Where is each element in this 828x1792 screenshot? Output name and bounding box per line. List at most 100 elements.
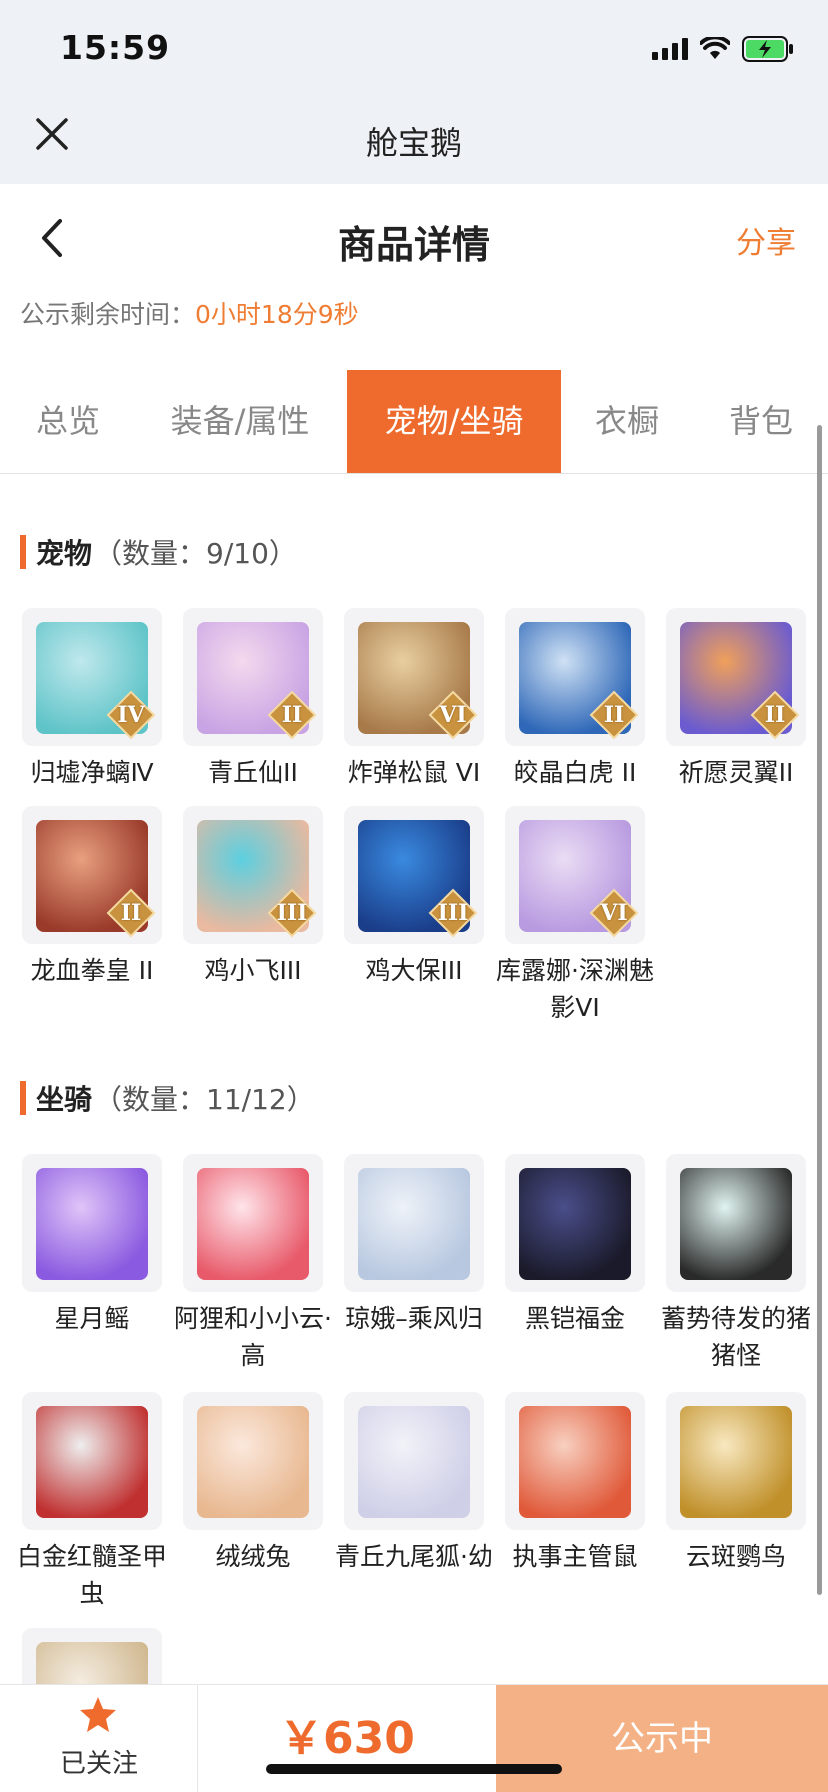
pets-thumbnail: II [22, 806, 162, 944]
pets-thumbnail: III [344, 806, 484, 944]
pets-thumbnail: II [183, 608, 323, 746]
mounts-image [519, 1406, 631, 1518]
scrollbar[interactable] [817, 425, 822, 1595]
pets-name: 青丘仙II [208, 758, 298, 787]
follow-label: 已关注 [59, 1749, 138, 1779]
mounts-name: 青丘九尾狐·幼 [335, 1542, 493, 1571]
rank-badge-icon: III [428, 888, 478, 938]
mounts-name: 执事主管鼠 [512, 1542, 638, 1571]
mounts-name: 黑铠福金 [524, 1304, 625, 1333]
public-status-button[interactable]: 公示中 [496, 1685, 828, 1792]
tab-bar: 总览 装备/属性 宠物/坐骑 衣橱 背包 [0, 370, 828, 474]
mounts-thumbnail [183, 1154, 323, 1292]
bottom-bar: 已关注 ￥630 公示中 [0, 1684, 828, 1792]
mounts-image [680, 1406, 792, 1518]
app-title: 舱宝鹅 [365, 124, 462, 162]
mounts-section-title: 坐骑 （数量：11/12） [20, 1080, 315, 1116]
rank-badge-icon: III [267, 888, 317, 938]
mounts-image [358, 1168, 470, 1280]
mounts-image [680, 1168, 792, 1280]
mounts-thumbnail [183, 1392, 323, 1530]
rank-badge-icon: VI [589, 888, 639, 938]
pets-thumbnail: II [666, 608, 806, 746]
pets-thumbnail: VI [505, 806, 645, 944]
mounts-count: （数量：11/12） [94, 1083, 315, 1116]
mounts-name: 阿狸和小小云·高 [174, 1304, 332, 1370]
pets-name: 鸡大保III [365, 956, 463, 985]
pets-title: 宠物 [36, 537, 93, 570]
pets-name: 祈愿灵翼II [678, 758, 794, 787]
countdown-label: 公示剩余时间： [20, 300, 196, 329]
rank-badge-text: VI [439, 702, 467, 728]
mounts-name: 云斑鹦鸟 [685, 1542, 786, 1571]
countdown: 公示剩余时间：0小时18分9秒 [20, 295, 359, 331]
pets-thumbnail: IV [22, 608, 162, 746]
tab-equipment[interactable]: 装备/属性 [158, 370, 322, 473]
pets-name: 炸弹松鼠 VI [347, 758, 481, 787]
mounts-name: 绒绒兔 [215, 1542, 291, 1571]
price: ￥630 [279, 1713, 415, 1764]
pets-thumbnail: VI [344, 608, 484, 746]
rank-badge-icon: II [750, 690, 800, 740]
mounts-image [197, 1168, 309, 1280]
rank-badge-icon: VI [428, 690, 478, 740]
pets-thumbnail: III [183, 806, 323, 944]
mounts-name: 白金红髓圣甲虫 [16, 1542, 167, 1608]
tab-backpack[interactable]: 背包 [716, 370, 806, 473]
section-accent-bar [20, 535, 26, 569]
countdown-value: 0小时18分9秒 [195, 300, 359, 329]
mounts-thumbnail [344, 1392, 484, 1530]
mounts-name: 蓄势待发的猪猪怪 [660, 1304, 811, 1370]
status-time: 15:59 [60, 28, 171, 67]
signal-icon [652, 38, 688, 60]
rank-badge-text: IV [117, 702, 145, 728]
rank-badge-icon: II [589, 690, 639, 740]
rank-badge-text: II [603, 702, 625, 728]
mounts-thumbnail [22, 1154, 162, 1292]
pets-name: 皎晶白虎 II [513, 758, 637, 787]
rank-badge-icon: IV [106, 690, 156, 740]
mounts-image [358, 1406, 470, 1518]
mounts-name: 琼娥–乘风归 [345, 1304, 483, 1333]
app-nav-bar: 舱宝鹅 [0, 94, 828, 184]
pets-section-title: 宠物 （数量：9/10） [20, 534, 297, 570]
mounts-image [197, 1406, 309, 1518]
mounts-thumbnail [22, 1392, 162, 1530]
follow-button[interactable]: 已关注 [0, 1685, 198, 1792]
rank-badge-text: VI [600, 900, 628, 926]
mounts-image [36, 1406, 148, 1518]
star-icon [80, 1697, 116, 1732]
page-header: 商品详情 分享 [0, 184, 828, 290]
home-indicator[interactable] [266, 1764, 562, 1774]
mounts-title: 坐骑 [36, 1083, 93, 1116]
battery-charging-icon [742, 36, 793, 62]
pets-name: 龙血拳皇 II [30, 956, 154, 985]
pets-name: 库露娜·深渊魅影VI [496, 956, 654, 1022]
pets-name: 归墟净螭Ⅳ [30, 758, 154, 787]
tab-wardrobe[interactable]: 衣橱 [584, 370, 670, 473]
mounts-image [519, 1168, 631, 1280]
rank-badge-text: II [120, 900, 142, 926]
section-accent-bar [20, 1081, 26, 1115]
mounts-name: 星月鳐 [54, 1304, 130, 1333]
status-bar: 15:59 [0, 0, 828, 94]
tab-overview[interactable]: 总览 [10, 370, 126, 473]
rank-badge-icon: II [106, 888, 156, 938]
rank-badge-text: II [281, 702, 303, 728]
mounts-thumbnail [505, 1154, 645, 1292]
wifi-icon [700, 37, 730, 59]
rank-badge-icon: II [267, 690, 317, 740]
tab-pets-mounts[interactable]: 宠物/坐骑 [347, 370, 561, 473]
mounts-thumbnail [505, 1392, 645, 1530]
status-icons [652, 36, 794, 62]
pets-count: （数量：9/10） [94, 537, 297, 570]
rank-badge-text: III [276, 900, 308, 926]
rank-badge-text: II [764, 702, 786, 728]
page-title: 商品详情 [337, 223, 490, 267]
mounts-thumbnail [666, 1392, 806, 1530]
share-button[interactable]: 分享 [736, 218, 796, 262]
pets-thumbnail: II [505, 608, 645, 746]
pets-name: 鸡小飞III [204, 956, 302, 985]
mounts-thumbnail [666, 1154, 806, 1292]
rank-badge-text: III [437, 900, 469, 926]
